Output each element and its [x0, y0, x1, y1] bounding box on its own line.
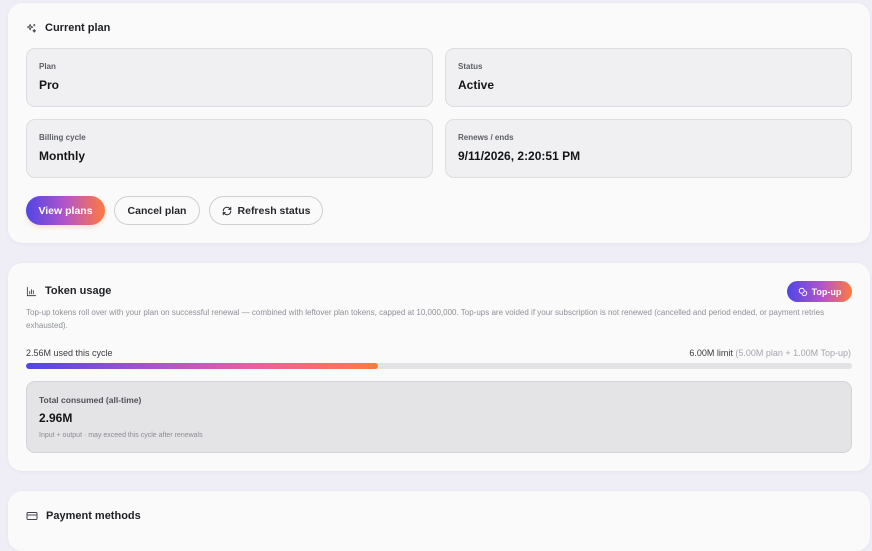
usage-progress-bar: [26, 363, 852, 369]
topup-label: Top-up: [811, 286, 842, 297]
total-consumed-panel: Total consumed (all-time) 2.96M Input + …: [26, 381, 852, 453]
sparkles-icon: [26, 23, 37, 34]
current-plan-card: Current plan Plan Pro Status Active Bill…: [8, 3, 870, 243]
token-usage-card: Token usage Top-up Top-up tokens roll ov…: [8, 263, 870, 471]
status-field-value: Active: [458, 78, 495, 92]
renews-field: Renews / ends 9/11/2026, 2:20:51 PM: [445, 119, 852, 178]
usage-limit: 6.00M limit (5.00M plan + 1.00M Top-up): [689, 348, 851, 358]
billing-cycle-value: Monthly: [39, 149, 85, 163]
total-consumed-hint: Input + output · may exceed this cycle a…: [39, 432, 203, 439]
billing-cycle-field: Billing cycle Monthly: [26, 119, 433, 178]
payment-methods-header: Payment methods: [26, 510, 141, 522]
usage-progress-fill: [26, 363, 379, 369]
plan-field: Plan Pro: [26, 48, 433, 107]
refresh-icon: [222, 206, 232, 216]
token-usage-header: Token usage: [26, 285, 111, 297]
coins-icon: [798, 287, 808, 297]
total-consumed-value: 2.96M: [39, 411, 73, 425]
topup-button[interactable]: Top-up: [787, 281, 852, 302]
credit-card-icon: [26, 510, 38, 522]
limit-value: 6.00M limit: [689, 348, 733, 358]
renews-value: 9/11/2026, 2:20:51 PM: [458, 149, 581, 163]
token-usage-title: Token usage: [45, 285, 112, 297]
total-consumed-label: Total consumed (all-time): [39, 395, 142, 405]
plan-field-value: Pro: [39, 78, 60, 92]
payment-methods-card: Payment methods: [8, 491, 870, 551]
current-plan-title: Current plan: [45, 22, 111, 34]
plan-field-label: Plan: [39, 62, 56, 71]
refresh-status-button[interactable]: Refresh status: [209, 196, 323, 225]
payment-methods-title: Payment methods: [46, 510, 141, 522]
refresh-status-label: Refresh status: [237, 204, 311, 217]
billing-cycle-label: Billing cycle: [39, 133, 86, 142]
used-this-cycle: 2.56M used this cycle: [26, 348, 113, 358]
status-field-label: Status: [458, 62, 483, 71]
cancel-plan-button[interactable]: Cancel plan: [114, 196, 200, 225]
bar-chart-icon: [26, 286, 37, 297]
renews-label: Renews / ends: [458, 133, 514, 142]
status-field: Status Active: [445, 48, 852, 107]
current-plan-header: Current plan: [26, 22, 110, 34]
rollover-note: Top-up tokens roll over with your plan o…: [26, 308, 825, 330]
limit-detail: (5.00M plan + 1.00M Top-up): [735, 348, 851, 358]
view-plans-button[interactable]: View plans: [26, 196, 105, 225]
